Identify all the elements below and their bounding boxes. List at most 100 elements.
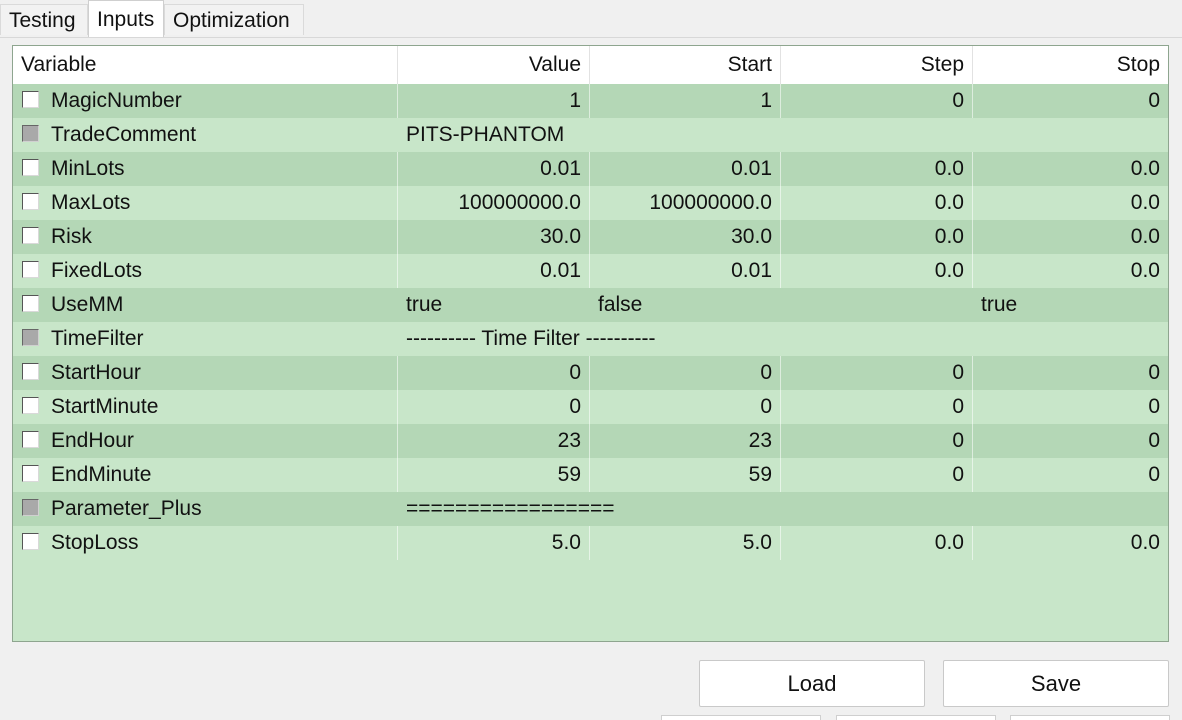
table-row[interactable]: EndHour 23 23 0 0 — [13, 424, 1168, 458]
step-cell[interactable]: 0 — [781, 424, 973, 458]
variable-name-cell[interactable]: MagicNumber — [13, 84, 398, 118]
value-cell[interactable]: 59 — [398, 458, 590, 492]
step-cell[interactable]: 0.0 — [781, 152, 973, 186]
tab-testing[interactable]: Testing — [0, 4, 88, 35]
stop-cell[interactable]: 0.0 — [973, 526, 1168, 560]
column-header-variable[interactable]: Variable — [13, 46, 398, 84]
table-row[interactable]: TimeFilter ---------- Time Filter -------… — [13, 322, 1168, 356]
column-header-stop[interactable]: Stop — [973, 46, 1168, 84]
table-row[interactable]: MagicNumber 1 1 0 0 — [13, 84, 1168, 118]
step-cell[interactable]: 0 — [781, 458, 973, 492]
optimize-checkbox[interactable] — [22, 397, 39, 414]
start-cell[interactable]: 0.01 — [590, 152, 781, 186]
step-cell[interactable]: 0 — [781, 390, 973, 424]
table-row[interactable]: UseMM true false true — [13, 288, 1168, 322]
table-row[interactable]: MinLots 0.01 0.01 0.0 0.0 — [13, 152, 1168, 186]
step-cell[interactable]: 0 — [781, 84, 973, 118]
stop-cell[interactable]: 0 — [973, 84, 1168, 118]
variable-name-cell[interactable]: StopLoss — [13, 526, 398, 560]
table-row[interactable]: Risk 30.0 30.0 0.0 0.0 — [13, 220, 1168, 254]
variable-name: EndHour — [51, 429, 134, 452]
inputs-grid[interactable]: Variable Value Start Step Stop MagicNumb… — [12, 45, 1169, 642]
table-row[interactable]: Parameter_Plus ================= — [13, 492, 1168, 526]
start-cell[interactable]: 5.0 — [590, 526, 781, 560]
table-row[interactable]: StartHour 0 0 0 0 — [13, 356, 1168, 390]
table-row[interactable]: StopLoss 5.0 5.0 0.0 0.0 — [13, 526, 1168, 560]
value-cell[interactable]: 0 — [398, 356, 590, 390]
load-button[interactable]: Load — [699, 660, 925, 707]
tab-optimization[interactable]: Optimization — [164, 4, 304, 35]
stop-cell[interactable]: 0.0 — [973, 220, 1168, 254]
variable-name-cell[interactable]: EndHour — [13, 424, 398, 458]
stop-cell[interactable]: 0.0 — [973, 254, 1168, 288]
optimize-checkbox[interactable] — [22, 533, 39, 550]
variable-name-cell[interactable]: Parameter_Plus — [13, 492, 398, 526]
variable-name-cell[interactable]: UseMM — [13, 288, 398, 322]
column-header-start[interactable]: Start — [590, 46, 781, 84]
table-row[interactable]: FixedLots 0.01 0.01 0.0 0.0 — [13, 254, 1168, 288]
value-cell[interactable]: 0.01 — [398, 152, 590, 186]
value-cell[interactable]: 100000000.0 — [398, 186, 590, 220]
step-cell[interactable] — [781, 288, 973, 322]
start-cell[interactable]: 23 — [590, 424, 781, 458]
value-cell[interactable]: ================= — [398, 492, 1168, 526]
step-cell[interactable]: 0.0 — [781, 254, 973, 288]
optimize-checkbox[interactable] — [22, 91, 39, 108]
step-cell[interactable]: 0.0 — [781, 220, 973, 254]
variable-name-cell[interactable]: MaxLots — [13, 186, 398, 220]
value-cell[interactable]: 30.0 — [398, 220, 590, 254]
start-cell[interactable]: 30.0 — [590, 220, 781, 254]
start-cell[interactable]: 100000000.0 — [590, 186, 781, 220]
step-cell[interactable]: 0 — [781, 356, 973, 390]
optimize-checkbox[interactable] — [22, 431, 39, 448]
variable-name-cell[interactable]: FixedLots — [13, 254, 398, 288]
stop-cell[interactable]: 0 — [973, 390, 1168, 424]
variable-name-cell[interactable]: MinLots — [13, 152, 398, 186]
variable-name: MinLots — [51, 157, 125, 180]
start-cell[interactable]: false — [590, 288, 781, 322]
stop-cell[interactable]: true — [973, 288, 1168, 322]
tab-inputs[interactable]: Inputs — [88, 0, 164, 37]
optimize-checkbox[interactable] — [22, 363, 39, 380]
start-cell[interactable]: 0.01 — [590, 254, 781, 288]
table-row[interactable]: StartMinute 0 0 0 0 — [13, 390, 1168, 424]
value-cell[interactable]: 23 — [398, 424, 590, 458]
variable-name: Parameter_Plus — [51, 497, 202, 520]
step-cell[interactable]: 0.0 — [781, 526, 973, 560]
value-cell[interactable]: true — [398, 288, 590, 322]
variable-name-cell[interactable]: TimeFilter — [13, 322, 398, 356]
optimize-checkbox[interactable] — [22, 193, 39, 210]
value-cell[interactable]: 5.0 — [398, 526, 590, 560]
column-header-value[interactable]: Value — [398, 46, 590, 84]
variable-name-cell[interactable]: EndMinute — [13, 458, 398, 492]
variable-name-cell[interactable]: StartHour — [13, 356, 398, 390]
stop-cell[interactable]: 0 — [973, 356, 1168, 390]
optimize-checkbox[interactable] — [22, 261, 39, 278]
value-cell[interactable]: 0 — [398, 390, 590, 424]
table-row[interactable]: MaxLots 100000000.0 100000000.0 0.0 0.0 — [13, 186, 1168, 220]
table-row[interactable]: EndMinute 59 59 0 0 — [13, 458, 1168, 492]
column-header-step[interactable]: Step — [781, 46, 973, 84]
optimize-checkbox[interactable] — [22, 465, 39, 482]
start-cell[interactable]: 0 — [590, 390, 781, 424]
step-cell[interactable]: 0.0 — [781, 186, 973, 220]
stop-cell[interactable]: 0 — [973, 458, 1168, 492]
value-cell[interactable]: ---------- Time Filter ---------- — [398, 322, 1168, 356]
optimize-checkbox[interactable] — [22, 295, 39, 312]
value-cell[interactable]: PITS-PHANTOM — [398, 118, 1168, 152]
value-cell[interactable]: 1 — [398, 84, 590, 118]
optimize-checkbox[interactable] — [22, 227, 39, 244]
start-cell[interactable]: 0 — [590, 356, 781, 390]
value-cell[interactable]: 0.01 — [398, 254, 590, 288]
stop-cell[interactable]: 0.0 — [973, 152, 1168, 186]
stop-cell[interactable]: 0.0 — [973, 186, 1168, 220]
start-cell[interactable]: 59 — [590, 458, 781, 492]
table-row[interactable]: TradeComment PITS-PHANTOM — [13, 118, 1168, 152]
optimize-checkbox[interactable] — [22, 159, 39, 176]
variable-name-cell[interactable]: Risk — [13, 220, 398, 254]
variable-name-cell[interactable]: TradeComment — [13, 118, 398, 152]
variable-name-cell[interactable]: StartMinute — [13, 390, 398, 424]
save-button[interactable]: Save — [943, 660, 1169, 707]
stop-cell[interactable]: 0 — [973, 424, 1168, 458]
start-cell[interactable]: 1 — [590, 84, 781, 118]
